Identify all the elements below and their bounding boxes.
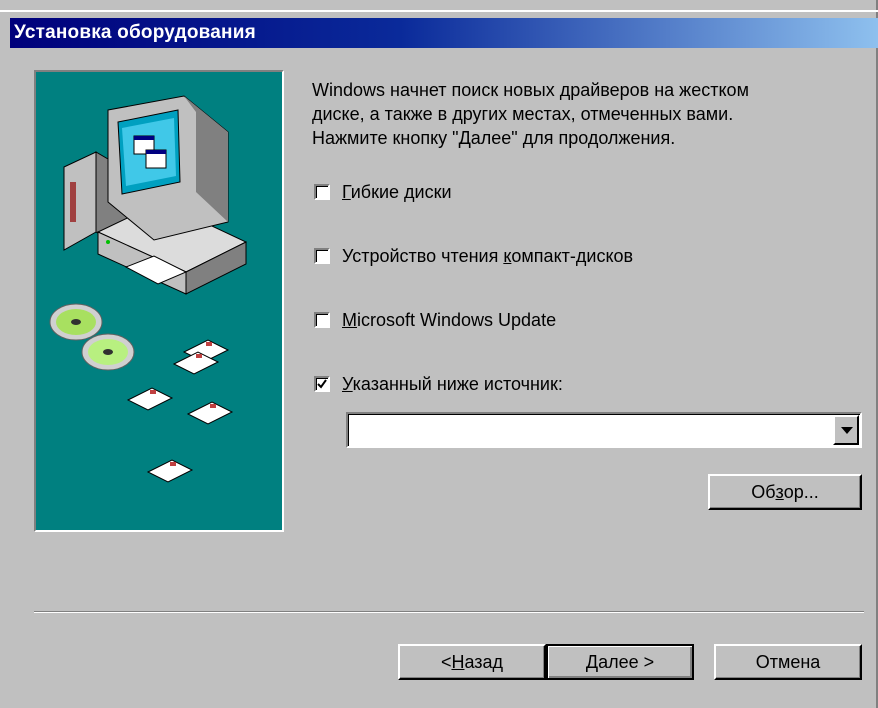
computer-illustration-icon xyxy=(49,95,248,483)
description-line: диске, а также в других местах, отмеченн… xyxy=(312,104,734,124)
check-mark-icon xyxy=(317,379,327,389)
description-line: Windows начнет поиск новых драйверов на … xyxy=(312,80,749,100)
option-label: Устройство чтения компакт-дисков xyxy=(342,245,634,266)
description-line: Нажмите кнопку "Далее" для продолжения. xyxy=(312,128,676,148)
floppy-checkbox[interactable] xyxy=(314,184,330,200)
option-windows-update[interactable]: Microsoft Windows Update xyxy=(314,308,556,332)
option-label: Гибкие диски xyxy=(342,181,452,202)
browse-button[interactable]: Об з ор... xyxy=(708,474,862,510)
floppy-disk-icon xyxy=(126,339,234,483)
option-specified-source[interactable]: Указанный ниже источник: xyxy=(314,372,563,396)
cd-disc-icon xyxy=(49,303,135,371)
dropdown-arrow-icon xyxy=(841,427,853,434)
window-top-edge xyxy=(0,10,878,12)
title-bar[interactable]: Установка оборудования xyxy=(10,18,878,48)
cdrom-checkbox[interactable] xyxy=(314,248,330,264)
hardware-wizard-window: Установка оборудования Windows начнет по… xyxy=(0,0,878,708)
back-button[interactable]: < Назад xyxy=(398,644,546,680)
source-path-combo[interactable] xyxy=(346,412,862,448)
cancel-button[interactable]: Отмена xyxy=(714,644,862,680)
windows-update-checkbox[interactable] xyxy=(314,312,330,328)
option-cdrom[interactable]: Устройство чтения компакт-дисков xyxy=(314,244,633,268)
description-text: Windows начнет поиск новых драйверов на … xyxy=(312,78,860,150)
option-floppy[interactable]: Гибкие диски xyxy=(314,180,452,204)
combo-dropdown-button[interactable] xyxy=(833,415,859,445)
separator-line xyxy=(34,611,864,613)
next-button[interactable]: Далее > xyxy=(546,644,694,680)
option-label: Указанный ниже источник: xyxy=(342,373,563,394)
specified-source-checkbox[interactable] xyxy=(314,376,330,392)
option-label: Microsoft Windows Update xyxy=(342,309,557,330)
wizard-illustration xyxy=(34,70,284,532)
window-title: Установка оборудования xyxy=(14,22,256,43)
